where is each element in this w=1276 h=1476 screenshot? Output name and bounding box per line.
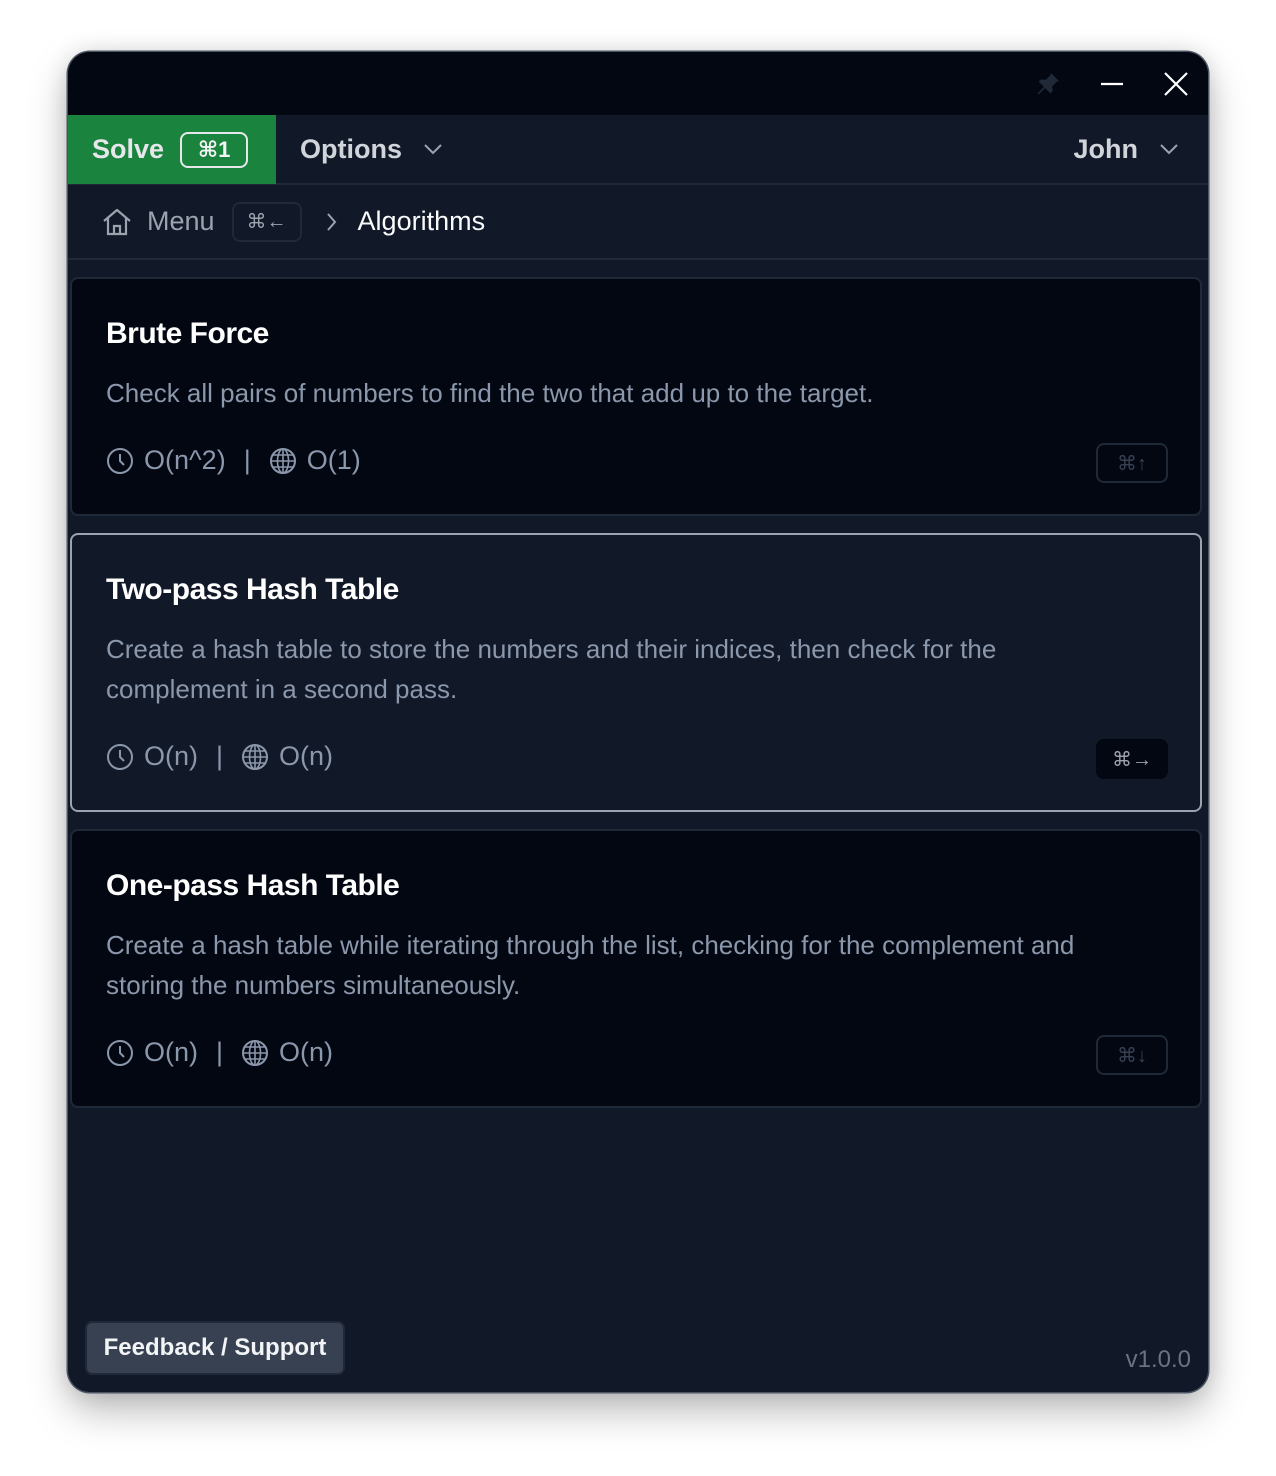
feedback-support-button[interactable]: Feedback / Support — [85, 1321, 345, 1375]
card-description: Create a hash table to store the numbers… — [106, 634, 997, 704]
complexity-row: O(n^2) | O(1) — [106, 445, 361, 476]
chevron-down-icon — [1158, 142, 1180, 156]
separator: | — [216, 741, 224, 771]
user-dropdown[interactable]: John — [1074, 115, 1181, 183]
globe-icon — [241, 743, 269, 771]
card-shortcut-badge: ⌘↓ — [1096, 1035, 1168, 1075]
space-complexity: O(n) — [279, 1037, 334, 1067]
version-label: v1.0.0 — [1125, 1346, 1191, 1373]
breadcrumb-current: Algorithms — [357, 206, 486, 236]
home-icon — [103, 208, 131, 235]
user-name: John — [1073, 133, 1139, 164]
close-button[interactable] — [1158, 66, 1194, 102]
minimize-icon — [1101, 82, 1123, 86]
time-complexity: O(n) — [144, 1037, 198, 1067]
menu-shortcut-badge: ⌘← — [231, 201, 302, 242]
chevron-right-icon — [324, 211, 338, 233]
app-window: Solve ⌘1 Options John Menu ⌘← Algorithms… — [68, 52, 1208, 1392]
breadcrumb-menu-link[interactable]: Menu — [101, 206, 215, 237]
card-description: Create a hash table while iterating thro… — [106, 930, 1075, 1000]
card-title: Two-pass Hash Table — [106, 573, 399, 606]
algorithm-card-two-pass-hash-table[interactable]: Two-pass Hash Table Create a hash table … — [70, 533, 1202, 812]
complexity-row: O(n) | O(n) — [106, 741, 333, 772]
chevron-down-icon — [422, 142, 444, 156]
card-title: Brute Force — [106, 317, 269, 350]
pin-button[interactable] — [1030, 66, 1066, 102]
space-complexity: O(1) — [306, 445, 361, 475]
solve-label: Solve — [92, 134, 165, 164]
menu-bar: Solve ⌘1 Options John — [68, 115, 1208, 185]
algorithm-card-brute-force[interactable]: Brute Force Check all pairs of numbers t… — [70, 277, 1202, 516]
breadcrumb-menu-label: Menu — [147, 206, 215, 236]
clock-icon — [106, 743, 134, 771]
clock-icon — [106, 1039, 134, 1067]
card-shortcut-badge: ⌘→ — [1096, 739, 1168, 779]
close-icon — [1164, 72, 1188, 96]
separator: | — [216, 1037, 224, 1067]
title-bar[interactable] — [68, 52, 1208, 115]
minimize-button[interactable] — [1094, 66, 1130, 102]
time-complexity: O(n) — [144, 741, 198, 771]
clock-icon — [106, 447, 134, 475]
space-complexity: O(n) — [279, 741, 334, 771]
options-dropdown[interactable]: Options — [300, 115, 444, 183]
globe-icon — [241, 1039, 269, 1067]
globe-icon — [269, 447, 297, 475]
separator: | — [243, 445, 251, 475]
pin-icon — [1037, 72, 1060, 95]
card-title: One-pass Hash Table — [106, 869, 400, 902]
card-shortcut-badge: ⌘↑ — [1096, 443, 1168, 483]
algorithm-card-one-pass-hash-table[interactable]: One-pass Hash Table Create a hash table … — [70, 829, 1202, 1108]
complexity-row: O(n) | O(n) — [106, 1037, 333, 1068]
card-description: Check all pairs of numbers to find the t… — [106, 378, 874, 408]
breadcrumb: Menu ⌘← Algorithms — [68, 185, 1208, 260]
solve-button[interactable]: Solve ⌘1 — [68, 115, 276, 184]
solve-shortcut-badge: ⌘1 — [180, 131, 249, 168]
time-complexity: O(n^2) — [144, 445, 226, 475]
options-label: Options — [300, 133, 402, 164]
